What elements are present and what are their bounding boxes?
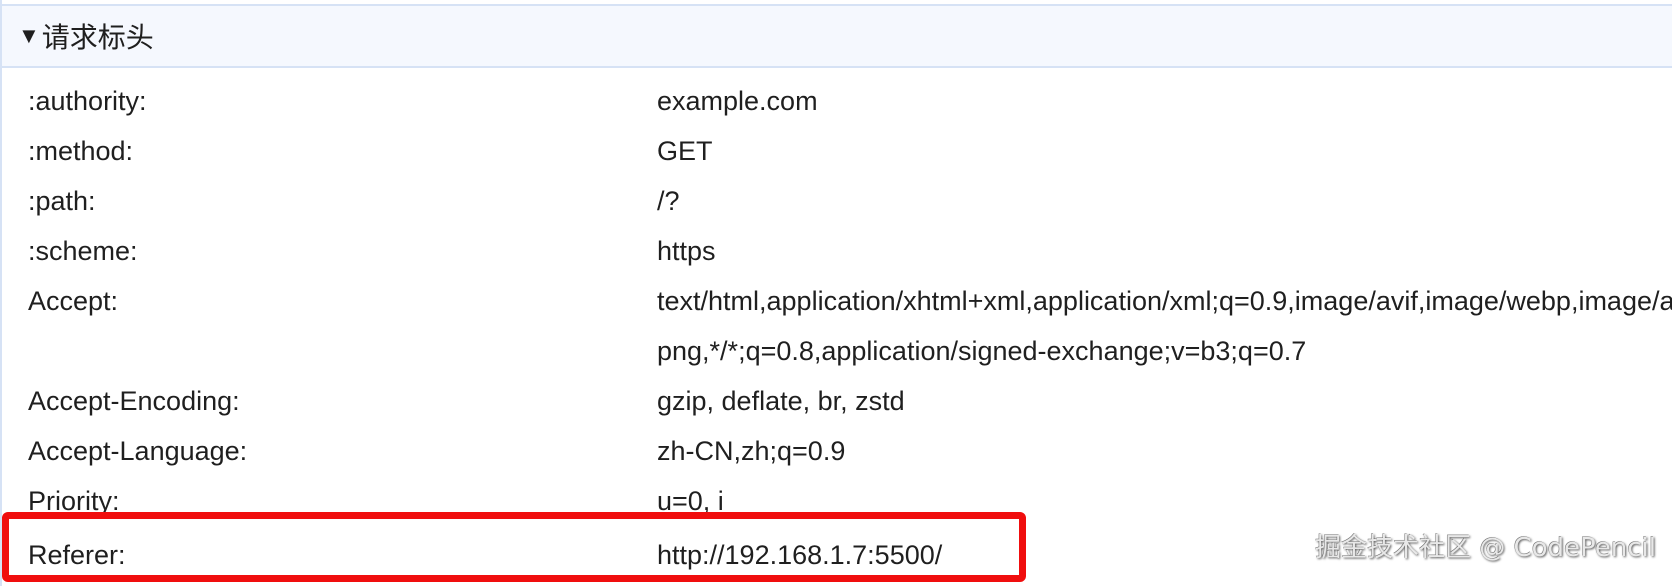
header-value: example.com: [657, 86, 818, 116]
header-row-path: :path: /?: [2, 176, 1672, 226]
triangle-down-icon: ▼: [18, 23, 40, 48]
header-key: Accept:: [28, 286, 119, 316]
header-value: text/html,application/xhtml+xml,applicat…: [657, 286, 1672, 366]
header-key: :scheme:: [28, 236, 138, 266]
request-headers-panel: ▼ 请求标头 :authority: example.com :method: GE…: [0, 0, 1672, 586]
highlight-box: [2, 512, 1026, 582]
header-row-authority: :authority: example.com: [2, 76, 1672, 126]
request-headers-toggle[interactable]: ▼ 请求标头: [2, 6, 1672, 68]
header-list: :authority: example.com :method: GET :path…: [2, 76, 1672, 580]
header-value: zh-CN,zh;q=0.9: [657, 436, 846, 466]
header-row-scheme: :scheme: https: [2, 226, 1672, 276]
header-value: /?: [657, 186, 680, 216]
header-row-accept-encoding: Accept-Encoding: gzip, deflate, br, zstd: [2, 376, 1672, 426]
header-value: https: [657, 236, 716, 266]
header-value: GET: [657, 136, 713, 166]
section-title: 请求标头: [41, 22, 154, 53]
header-row-accept-language: Accept-Language: zh-CN,zh;q=0.9: [2, 426, 1672, 476]
header-key: :path:: [28, 186, 96, 216]
header-key: Accept-Encoding:: [28, 386, 240, 416]
header-value: gzip, deflate, br, zstd: [657, 386, 905, 416]
header-key: :method:: [28, 136, 134, 166]
header-key: Accept-Language:: [28, 436, 248, 466]
watermark: 掘金技术社区 @ CodePencil: [1314, 533, 1656, 563]
header-key: :authority:: [28, 86, 147, 116]
header-row-method: :method: GET: [2, 126, 1672, 176]
header-row-accept: Accept: text/html,application/xhtml+xml,a…: [2, 276, 1672, 376]
